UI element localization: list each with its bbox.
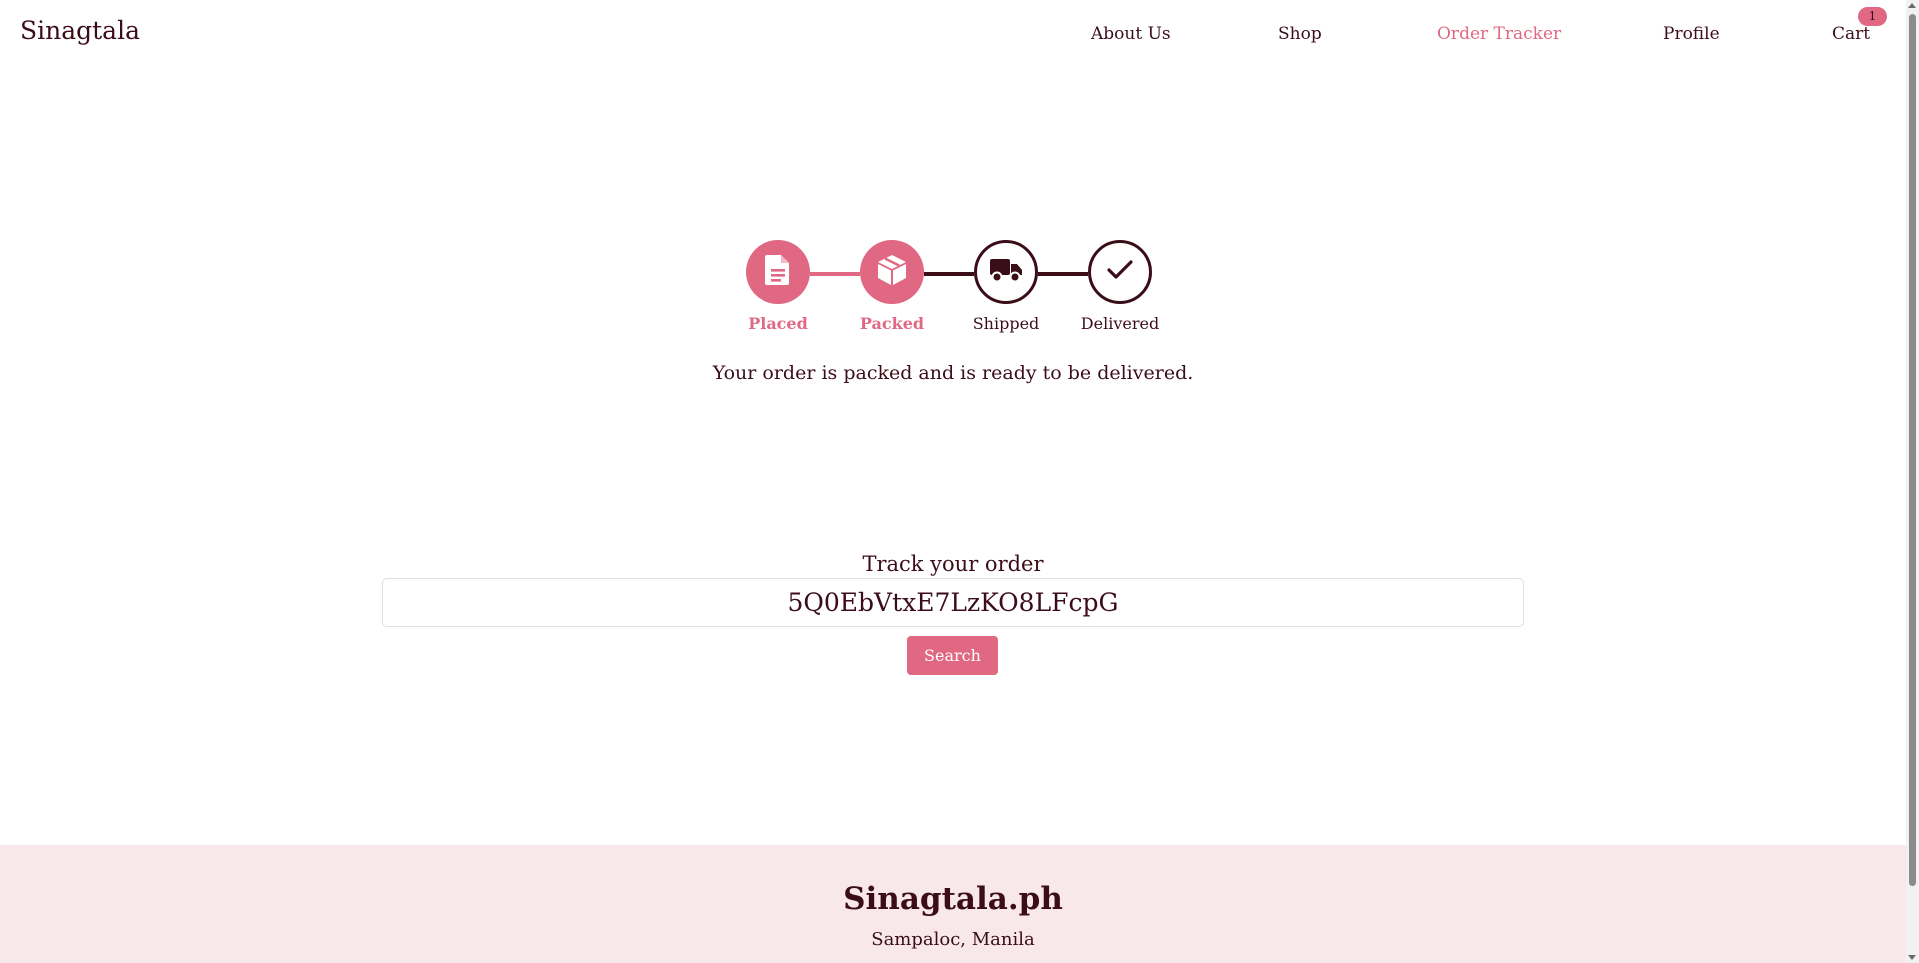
navbar: Sinagtala About Us Shop Order Tracker Pr… [0, 0, 1906, 70]
step-packed-label: Packed [859, 314, 925, 333]
nav-about-us[interactable]: About Us [1091, 24, 1171, 44]
vertical-scrollbar[interactable] [1906, 0, 1919, 963]
step-delivered-label: Delivered [1080, 314, 1160, 333]
order-status-message: Your order is packed and is ready to be … [712, 362, 1194, 384]
nav-order-tracker[interactable]: Order Tracker [1437, 24, 1561, 44]
document-icon [764, 254, 792, 290]
footer-title: Sinagtala.ph [843, 881, 1063, 917]
step-packed: Packed [835, 240, 949, 333]
nav-cart[interactable]: Cart [1832, 24, 1870, 44]
cart-count-badge: 1 [1858, 7, 1887, 26]
scroll-down-arrow-icon[interactable] [1908, 955, 1916, 960]
search-button[interactable]: Search [907, 636, 998, 675]
scroll-up-arrow-icon[interactable] [1908, 3, 1916, 8]
footer-address: Sampaloc, Manila [871, 929, 1035, 950]
step-shipped-label: Shipped [972, 314, 1040, 333]
scrollbar-thumb[interactable] [1909, 14, 1916, 886]
step-placed-label: Placed [748, 314, 808, 333]
track-order-heading: Track your order [862, 552, 1044, 576]
nav-profile[interactable]: Profile [1663, 24, 1720, 44]
step-delivered: Delivered [1063, 240, 1177, 333]
order-id-input[interactable] [382, 578, 1524, 627]
truck-icon [989, 257, 1023, 287]
step-shipped-circle [974, 240, 1038, 304]
step-placed-circle [746, 240, 810, 304]
footer: Sinagtala.ph Sampaloc, Manila [0, 845, 1906, 963]
step-shipped: Shipped [949, 240, 1063, 333]
brand-logo[interactable]: Sinagtala [20, 16, 140, 45]
check-icon [1107, 260, 1133, 284]
box-icon [875, 253, 909, 291]
order-progress-tracker: Placed Packed Shipped Delivered [745, 240, 1165, 340]
step-packed-circle [860, 240, 924, 304]
nav-shop[interactable]: Shop [1278, 24, 1322, 44]
step-delivered-circle [1088, 240, 1152, 304]
step-placed: Placed [721, 240, 835, 333]
